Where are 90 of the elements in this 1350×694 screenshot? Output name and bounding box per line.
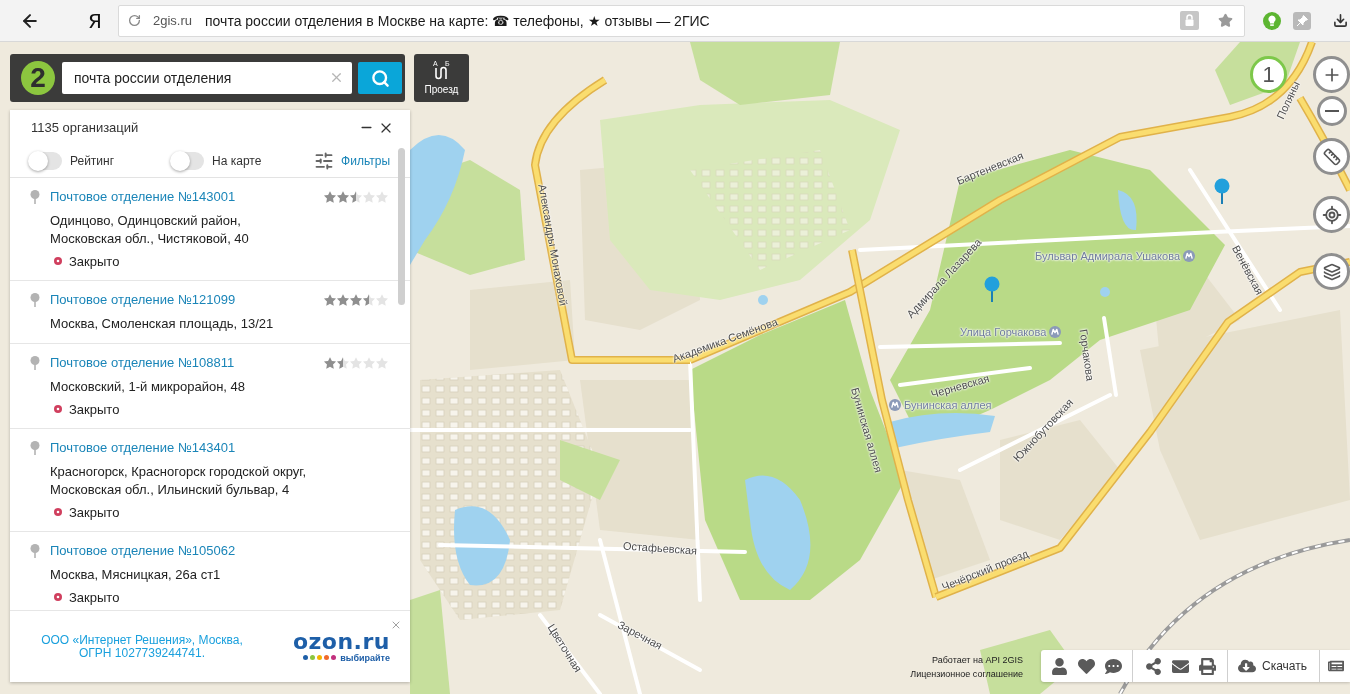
- search-field[interactable]: почта россии отделения: [62, 62, 352, 94]
- map-pin-icon: [30, 441, 40, 455]
- address-text: Московский, 1-й микрорайон, 48: [50, 378, 246, 396]
- metro-station-label: Бунинская аллея: [904, 399, 992, 411]
- toggle-switch[interactable]: [172, 152, 205, 170]
- heart-icon[interactable]: [1078, 657, 1095, 675]
- map-pin-icon: [30, 293, 40, 307]
- status-text: Закрыто: [69, 589, 120, 605]
- star-icon: [350, 191, 362, 203]
- lightbulb-icon[interactable]: [1263, 11, 1281, 30]
- street-label: Александры Монаховой: [536, 183, 570, 307]
- status-dot-icon: [54, 593, 62, 601]
- license-link[interactable]: Лицензионное соглашение: [910, 667, 1023, 681]
- metro-icon: [1049, 326, 1062, 338]
- metro-station-label: Бульвар Адмирала Ушакова: [1035, 250, 1180, 262]
- star-icon: [350, 357, 362, 369]
- street-label: Остафьевская: [622, 539, 698, 557]
- star-icon: [324, 294, 336, 306]
- star-icon: [363, 191, 375, 203]
- pond: [1118, 190, 1137, 231]
- status-dot-icon: [54, 405, 62, 413]
- map-pin-icon[interactable]: [1214, 178, 1230, 204]
- dots-icon: [303, 655, 338, 660]
- address-bar[interactable]: 2gis.ru почта россии отделения в Москве на карте: ☎ телефоны, ★ отзывы — 2ГИС: [118, 4, 1245, 37]
- results-count: 1135 организаций: [31, 120, 140, 135]
- credits-text: Работает на API 2GIS: [931, 654, 1023, 667]
- star-icon: [376, 357, 388, 369]
- star-icon: [337, 357, 349, 369]
- star-icon: [376, 191, 388, 203]
- search-button[interactable]: [358, 62, 402, 94]
- map-pin-icon: [30, 544, 40, 558]
- street-label: Горчакова: [1077, 328, 1097, 382]
- metro-icon: [1183, 250, 1195, 262]
- locate-icon: [1321, 204, 1342, 225]
- status-dot-icon: [54, 257, 62, 265]
- download-button[interactable]: Скачать: [1238, 657, 1307, 675]
- search-icon: [370, 68, 390, 88]
- ad-logo[interactable]: ozon.ru: [292, 630, 390, 653]
- address-text: Одинцово, Одинцовский район, Московская обл., Чистяковой, 40: [50, 212, 249, 248]
- brand-logo[interactable]: 2: [21, 61, 55, 95]
- star-icon: [363, 294, 375, 306]
- status-text: Закрыто: [69, 401, 120, 417]
- result-title[interactable]: Почтовое отделение №121099: [50, 291, 236, 309]
- filters-button[interactable]: Фильтры: [314, 151, 390, 171]
- bookmark-star-icon[interactable]: [1218, 13, 1233, 28]
- metro-station-label: Улица Горчакова: [960, 326, 1047, 338]
- chat-icon[interactable]: [1105, 657, 1122, 675]
- share-icon[interactable]: [1145, 657, 1162, 675]
- star-icon: [363, 357, 375, 369]
- status-dot-icon: [54, 508, 62, 516]
- pond: [758, 295, 768, 305]
- browser-logo[interactable]: Я: [60, 8, 118, 33]
- address-text: Москва, Смоленская площадь, 13/21: [50, 315, 274, 333]
- pond: [1100, 287, 1110, 297]
- star-icon: [337, 191, 349, 203]
- cloud-download-icon: [1238, 657, 1256, 675]
- status-text: Закрыто: [69, 504, 120, 520]
- news-icon[interactable]: [1328, 658, 1344, 674]
- ruler-icon: [1322, 147, 1341, 166]
- address-text: Красногорск, Красногорск городской округ, Московская обл., Ильинский бульвар, 4: [50, 463, 307, 499]
- toggle-switch[interactable]: [30, 152, 62, 170]
- result-title[interactable]: Почтовое отделение №105062: [50, 542, 236, 560]
- ad-tagline: выбирайте: [340, 652, 390, 663]
- domain-text: 2gis.ru: [153, 13, 193, 28]
- status-text: Закрыто: [69, 253, 120, 269]
- scrollbar[interactable]: [398, 148, 405, 305]
- star-icon: [376, 294, 388, 306]
- star-icon: [324, 357, 336, 369]
- print-icon[interactable]: [1199, 657, 1216, 675]
- park: [560, 440, 620, 500]
- download-icon[interactable]: [1333, 13, 1348, 28]
- star-icon: [324, 191, 336, 203]
- address-text: Москва, Мясницкая, 26а ст1: [50, 566, 221, 584]
- metro-icon: [889, 399, 901, 411]
- user-icon[interactable]: [1051, 657, 1068, 675]
- map-pin-icon: [30, 190, 40, 204]
- star-icon: [350, 294, 362, 306]
- map-pin-icon[interactable]: [984, 276, 1000, 302]
- sliders-icon: [314, 151, 335, 171]
- page-title: почта россии отделения в Москве на карте: ☎ телефоны, ★ отзывы — 2ГИС: [205, 12, 710, 29]
- reload-icon[interactable]: [128, 14, 141, 27]
- toggle-label: На карте: [212, 154, 262, 168]
- result-title[interactable]: Почтовое отделение №143401: [50, 439, 236, 457]
- toggle-label: Рейтинг: [70, 154, 115, 168]
- map-pin-icon: [30, 356, 40, 370]
- layers-icon: [1322, 262, 1341, 281]
- result-title[interactable]: Почтовое отделение №143001: [50, 188, 236, 206]
- result-title[interactable]: Почтовое отделение №108811: [50, 354, 235, 372]
- star-icon: [337, 294, 349, 306]
- mail-icon[interactable]: [1172, 657, 1189, 675]
